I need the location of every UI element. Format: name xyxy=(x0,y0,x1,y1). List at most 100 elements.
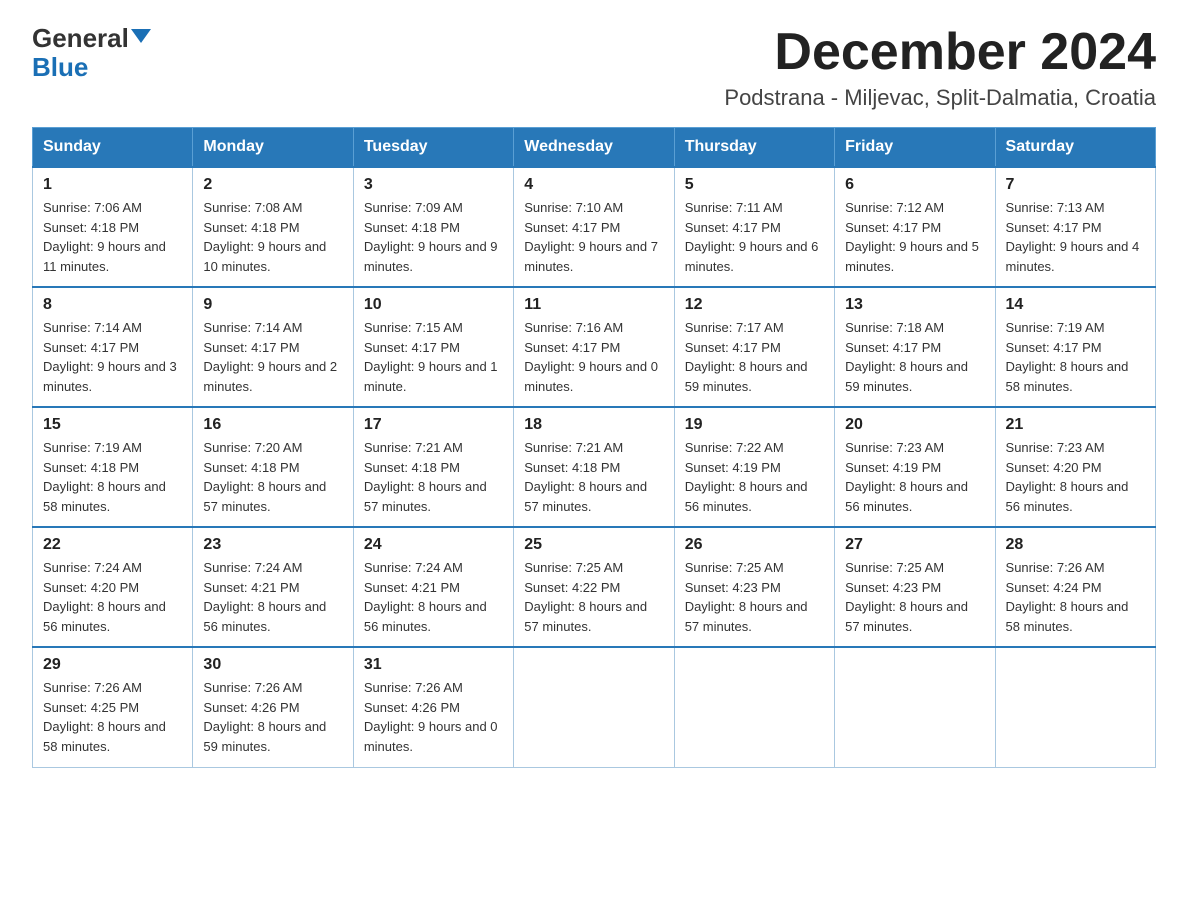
day-info: Sunrise: 7:12 AMSunset: 4:17 PMDaylight:… xyxy=(845,200,979,274)
day-number: 14 xyxy=(1006,296,1145,314)
header-thursday: Thursday xyxy=(674,128,834,168)
day-number: 15 xyxy=(43,416,182,434)
table-row xyxy=(514,647,674,767)
day-info: Sunrise: 7:23 AMSunset: 4:19 PMDaylight:… xyxy=(845,440,968,514)
day-number: 27 xyxy=(845,536,984,554)
day-info: Sunrise: 7:16 AMSunset: 4:17 PMDaylight:… xyxy=(524,320,658,394)
day-info: Sunrise: 7:19 AMSunset: 4:18 PMDaylight:… xyxy=(43,440,166,514)
header-wednesday: Wednesday xyxy=(514,128,674,168)
day-number: 8 xyxy=(43,296,182,314)
table-row: 30 Sunrise: 7:26 AMSunset: 4:26 PMDaylig… xyxy=(193,647,353,767)
day-number: 6 xyxy=(845,176,984,194)
table-row: 4 Sunrise: 7:10 AMSunset: 4:17 PMDayligh… xyxy=(514,167,674,287)
table-row: 10 Sunrise: 7:15 AMSunset: 4:17 PMDaylig… xyxy=(353,287,513,407)
header-sunday: Sunday xyxy=(33,128,193,168)
table-row: 18 Sunrise: 7:21 AMSunset: 4:18 PMDaylig… xyxy=(514,407,674,527)
day-info: Sunrise: 7:26 AMSunset: 4:26 PMDaylight:… xyxy=(364,680,498,754)
table-row: 20 Sunrise: 7:23 AMSunset: 4:19 PMDaylig… xyxy=(835,407,995,527)
table-row xyxy=(995,647,1155,767)
day-number: 13 xyxy=(845,296,984,314)
table-row: 14 Sunrise: 7:19 AMSunset: 4:17 PMDaylig… xyxy=(995,287,1155,407)
day-info: Sunrise: 7:13 AMSunset: 4:17 PMDaylight:… xyxy=(1006,200,1140,274)
title-area: December 2024 Podstrana - Miljevac, Spli… xyxy=(724,24,1156,111)
day-info: Sunrise: 7:23 AMSunset: 4:20 PMDaylight:… xyxy=(1006,440,1129,514)
header-saturday: Saturday xyxy=(995,128,1155,168)
table-row: 11 Sunrise: 7:16 AMSunset: 4:17 PMDaylig… xyxy=(514,287,674,407)
table-row: 5 Sunrise: 7:11 AMSunset: 4:17 PMDayligh… xyxy=(674,167,834,287)
day-number: 18 xyxy=(524,416,663,434)
day-info: Sunrise: 7:18 AMSunset: 4:17 PMDaylight:… xyxy=(845,320,968,394)
header-monday: Monday xyxy=(193,128,353,168)
table-row: 7 Sunrise: 7:13 AMSunset: 4:17 PMDayligh… xyxy=(995,167,1155,287)
day-info: Sunrise: 7:22 AMSunset: 4:19 PMDaylight:… xyxy=(685,440,808,514)
table-row: 31 Sunrise: 7:26 AMSunset: 4:26 PMDaylig… xyxy=(353,647,513,767)
calendar-table: Sunday Monday Tuesday Wednesday Thursday… xyxy=(32,127,1156,768)
day-info: Sunrise: 7:25 AMSunset: 4:23 PMDaylight:… xyxy=(685,560,808,634)
logo: General Blue xyxy=(32,24,151,81)
day-number: 26 xyxy=(685,536,824,554)
calendar-header: Sunday Monday Tuesday Wednesday Thursday… xyxy=(33,128,1156,168)
day-number: 25 xyxy=(524,536,663,554)
day-info: Sunrise: 7:14 AMSunset: 4:17 PMDaylight:… xyxy=(203,320,337,394)
day-info: Sunrise: 7:19 AMSunset: 4:17 PMDaylight:… xyxy=(1006,320,1129,394)
day-info: Sunrise: 7:25 AMSunset: 4:23 PMDaylight:… xyxy=(845,560,968,634)
day-info: Sunrise: 7:14 AMSunset: 4:17 PMDaylight:… xyxy=(43,320,177,394)
day-number: 2 xyxy=(203,176,342,194)
table-row: 8 Sunrise: 7:14 AMSunset: 4:17 PMDayligh… xyxy=(33,287,193,407)
table-row: 17 Sunrise: 7:21 AMSunset: 4:18 PMDaylig… xyxy=(353,407,513,527)
day-number: 28 xyxy=(1006,536,1145,554)
table-row: 21 Sunrise: 7:23 AMSunset: 4:20 PMDaylig… xyxy=(995,407,1155,527)
day-info: Sunrise: 7:11 AMSunset: 4:17 PMDaylight:… xyxy=(685,200,819,274)
table-row: 22 Sunrise: 7:24 AMSunset: 4:20 PMDaylig… xyxy=(33,527,193,647)
calendar-body: 1 Sunrise: 7:06 AMSunset: 4:18 PMDayligh… xyxy=(33,167,1156,767)
day-number: 29 xyxy=(43,656,182,674)
day-number: 12 xyxy=(685,296,824,314)
day-number: 22 xyxy=(43,536,182,554)
header: General Blue December 2024 Podstrana - M… xyxy=(32,24,1156,111)
day-info: Sunrise: 7:10 AMSunset: 4:17 PMDaylight:… xyxy=(524,200,658,274)
day-info: Sunrise: 7:26 AMSunset: 4:24 PMDaylight:… xyxy=(1006,560,1129,634)
day-info: Sunrise: 7:21 AMSunset: 4:18 PMDaylight:… xyxy=(364,440,487,514)
day-number: 3 xyxy=(364,176,503,194)
day-number: 23 xyxy=(203,536,342,554)
table-row: 13 Sunrise: 7:18 AMSunset: 4:17 PMDaylig… xyxy=(835,287,995,407)
day-number: 5 xyxy=(685,176,824,194)
table-row: 29 Sunrise: 7:26 AMSunset: 4:25 PMDaylig… xyxy=(33,647,193,767)
day-info: Sunrise: 7:20 AMSunset: 4:18 PMDaylight:… xyxy=(203,440,326,514)
logo-triangle-icon xyxy=(131,29,151,43)
table-row: 24 Sunrise: 7:24 AMSunset: 4:21 PMDaylig… xyxy=(353,527,513,647)
table-row: 26 Sunrise: 7:25 AMSunset: 4:23 PMDaylig… xyxy=(674,527,834,647)
table-row: 16 Sunrise: 7:20 AMSunset: 4:18 PMDaylig… xyxy=(193,407,353,527)
day-number: 20 xyxy=(845,416,984,434)
table-row: 19 Sunrise: 7:22 AMSunset: 4:19 PMDaylig… xyxy=(674,407,834,527)
table-row: 25 Sunrise: 7:25 AMSunset: 4:22 PMDaylig… xyxy=(514,527,674,647)
day-number: 16 xyxy=(203,416,342,434)
day-number: 21 xyxy=(1006,416,1145,434)
day-info: Sunrise: 7:17 AMSunset: 4:17 PMDaylight:… xyxy=(685,320,808,394)
day-info: Sunrise: 7:06 AMSunset: 4:18 PMDaylight:… xyxy=(43,200,166,274)
table-row: 12 Sunrise: 7:17 AMSunset: 4:17 PMDaylig… xyxy=(674,287,834,407)
table-row: 23 Sunrise: 7:24 AMSunset: 4:21 PMDaylig… xyxy=(193,527,353,647)
table-row: 15 Sunrise: 7:19 AMSunset: 4:18 PMDaylig… xyxy=(33,407,193,527)
day-number: 17 xyxy=(364,416,503,434)
header-tuesday: Tuesday xyxy=(353,128,513,168)
day-info: Sunrise: 7:24 AMSunset: 4:21 PMDaylight:… xyxy=(364,560,487,634)
day-info: Sunrise: 7:09 AMSunset: 4:18 PMDaylight:… xyxy=(364,200,498,274)
logo-general-text: General xyxy=(32,24,129,53)
table-row: 1 Sunrise: 7:06 AMSunset: 4:18 PMDayligh… xyxy=(33,167,193,287)
calendar-subtitle: Podstrana - Miljevac, Split-Dalmatia, Cr… xyxy=(724,85,1156,111)
day-info: Sunrise: 7:08 AMSunset: 4:18 PMDaylight:… xyxy=(203,200,326,274)
header-friday: Friday xyxy=(835,128,995,168)
day-number: 4 xyxy=(524,176,663,194)
table-row: 2 Sunrise: 7:08 AMSunset: 4:18 PMDayligh… xyxy=(193,167,353,287)
table-row: 3 Sunrise: 7:09 AMSunset: 4:18 PMDayligh… xyxy=(353,167,513,287)
day-number: 11 xyxy=(524,296,663,314)
calendar-title: December 2024 xyxy=(724,24,1156,81)
day-number: 19 xyxy=(685,416,824,434)
day-number: 9 xyxy=(203,296,342,314)
day-info: Sunrise: 7:15 AMSunset: 4:17 PMDaylight:… xyxy=(364,320,498,394)
day-number: 10 xyxy=(364,296,503,314)
day-info: Sunrise: 7:25 AMSunset: 4:22 PMDaylight:… xyxy=(524,560,647,634)
table-row: 28 Sunrise: 7:26 AMSunset: 4:24 PMDaylig… xyxy=(995,527,1155,647)
table-row: 6 Sunrise: 7:12 AMSunset: 4:17 PMDayligh… xyxy=(835,167,995,287)
